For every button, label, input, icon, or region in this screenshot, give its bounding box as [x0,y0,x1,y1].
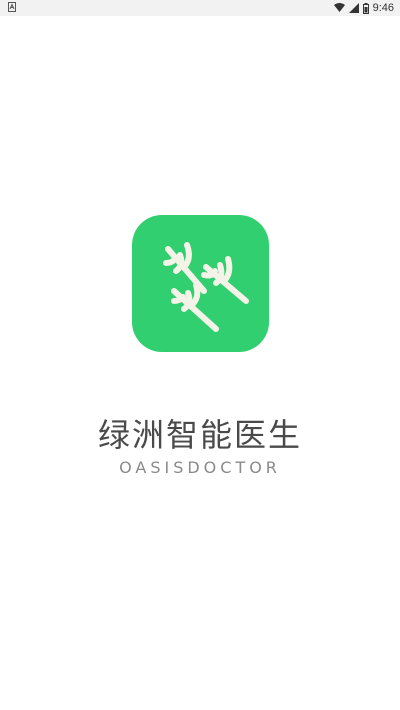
wifi-icon [333,3,345,12]
status-time: 9:46 [372,2,394,14]
splash-screen: 9:46 绿洲智能医生 OASISDOCTOR [0,0,400,710]
notification-icon [8,2,16,12]
battery-icon [362,2,369,14]
app-logo [132,215,269,352]
cactus-logo-icon [163,242,249,332]
app-name: 绿洲智能医生 [97,416,302,454]
status-bar: 9:46 [0,0,400,16]
signal-icon [348,3,359,13]
app-subtitle: OASISDOCTOR [119,458,281,477]
status-icons: 9:46 [333,0,394,16]
